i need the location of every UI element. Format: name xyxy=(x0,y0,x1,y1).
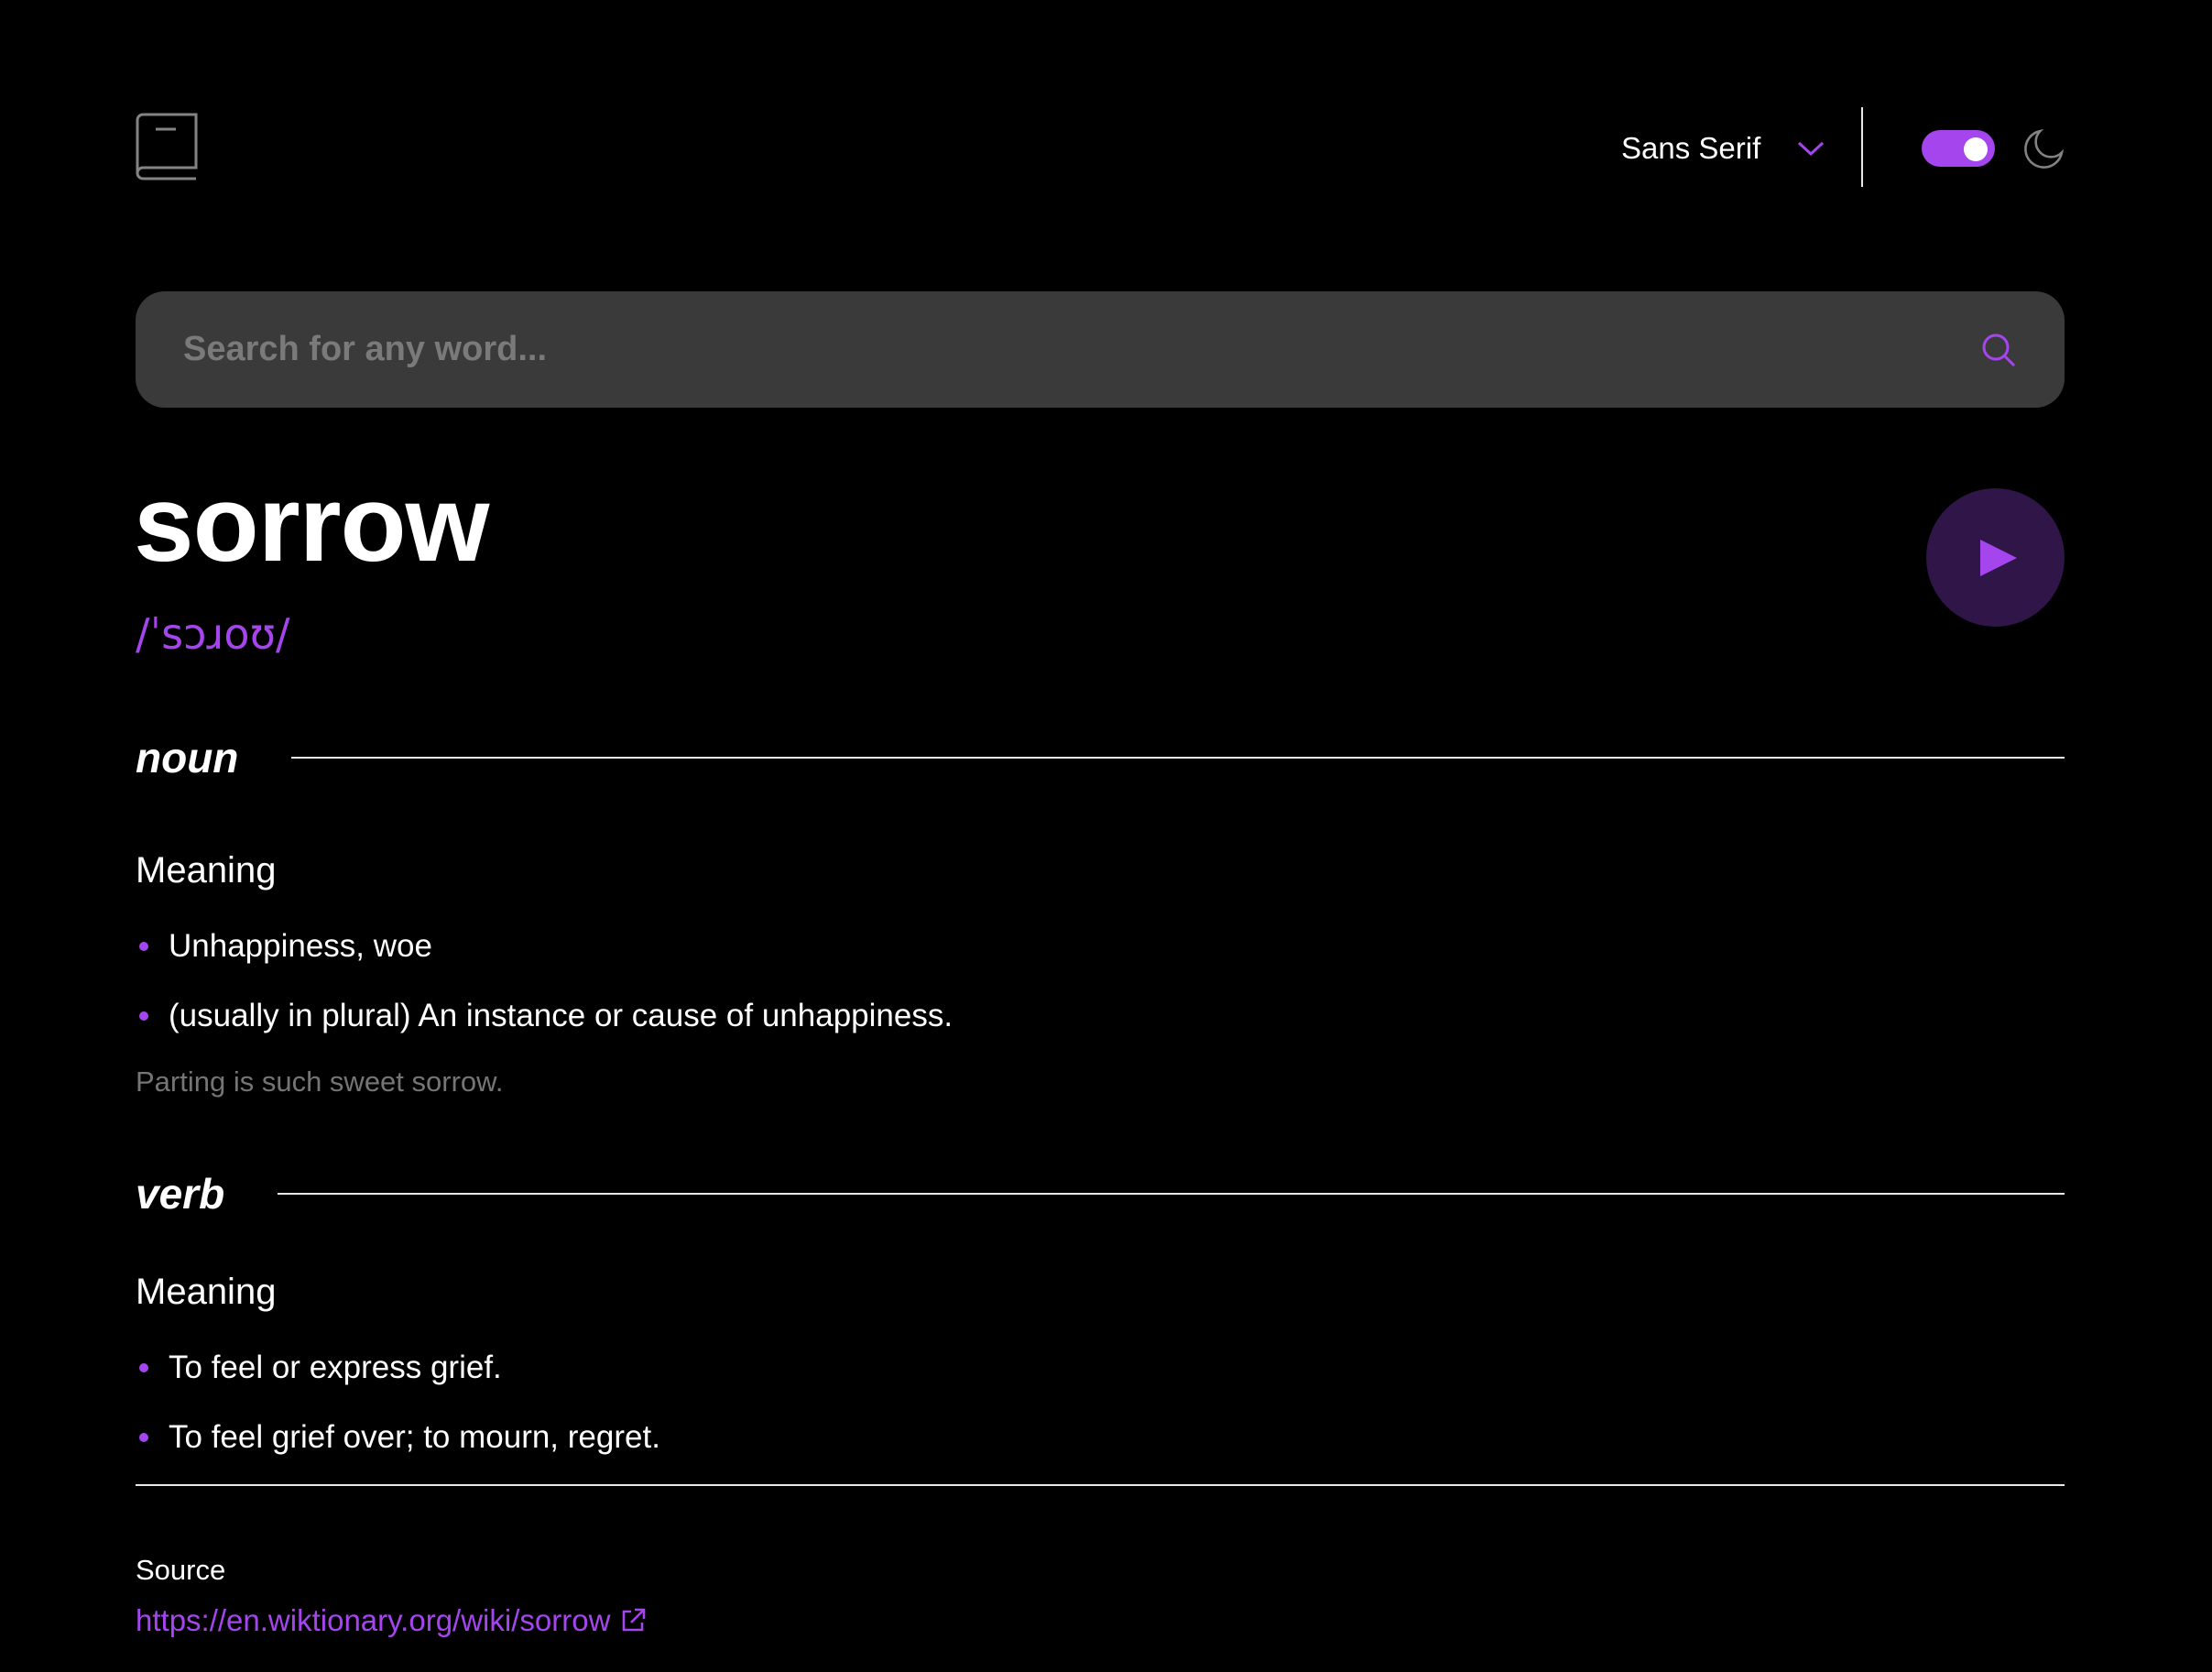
definition-text: Unhappiness, woe xyxy=(169,928,432,964)
external-link-icon xyxy=(623,1608,646,1632)
play-icon xyxy=(1979,539,2017,576)
bullet xyxy=(139,1433,148,1442)
font-family-select[interactable]: Sans Serif xyxy=(1621,126,1825,170)
book-icon xyxy=(136,113,198,180)
definition-text: (usually in plural) An instance or cause… xyxy=(169,998,953,1033)
bullet xyxy=(139,1363,148,1372)
part-of-speech-noun: noun xyxy=(136,733,2065,782)
definition-item: Unhappiness, woe xyxy=(136,912,953,981)
part-of-speech-verb: verb xyxy=(136,1169,2065,1218)
part-of-speech-label: verb xyxy=(136,1170,225,1218)
footer-divider xyxy=(136,1484,2065,1486)
divider xyxy=(278,1193,2065,1195)
meaning-heading: Meaning xyxy=(136,1272,277,1312)
phonetic: /ˈsɔɹoʊ/ xyxy=(136,609,290,659)
source-link[interactable]: https://en.wiktionary.org/wiki/sorrow xyxy=(136,1603,647,1638)
font-family-value: Sans Serif xyxy=(1621,131,1761,165)
example-sentence: Parting is such sweet sorrow. xyxy=(136,1065,504,1098)
meaning-heading: Meaning xyxy=(136,850,277,891)
moon-icon[interactable] xyxy=(2022,128,2065,170)
source-url: https://en.wiktionary.org/wiki/sorrow xyxy=(136,1603,611,1637)
divider xyxy=(291,757,2065,759)
definition-list: Unhappiness, woe (usually in plural) An … xyxy=(136,912,953,1051)
definition-list: To feel or express grief. To feel grief … xyxy=(136,1333,660,1472)
header-divider xyxy=(1861,107,1863,187)
play-pronunciation-button[interactable] xyxy=(1926,488,2065,627)
search-input[interactable] xyxy=(136,291,1980,408)
definition-text: To feel or express grief. xyxy=(169,1350,502,1385)
part-of-speech-label: noun xyxy=(136,734,239,781)
toggle-knob xyxy=(1964,137,1988,161)
definition-item: To feel grief over; to mourn, regret. xyxy=(136,1403,660,1472)
theme-toggle[interactable] xyxy=(1922,130,1995,167)
definition-item: To feel or express grief. xyxy=(136,1333,660,1403)
definition-item: (usually in plural) An instance or cause… xyxy=(136,981,953,1051)
dictionary-page: Sans Serif sorrow /ˈsɔɹoʊ/ noun Meaning xyxy=(0,0,2212,1672)
bullet xyxy=(139,942,148,951)
chevron-down-icon xyxy=(1798,141,1825,157)
search-bar xyxy=(136,291,2065,408)
search-icon[interactable] xyxy=(1980,332,2017,368)
definition-text: To feel grief over; to mourn, regret. xyxy=(169,1419,660,1455)
source-label: Source xyxy=(136,1554,226,1586)
word-title: sorrow xyxy=(134,464,489,585)
bullet xyxy=(139,1011,148,1021)
